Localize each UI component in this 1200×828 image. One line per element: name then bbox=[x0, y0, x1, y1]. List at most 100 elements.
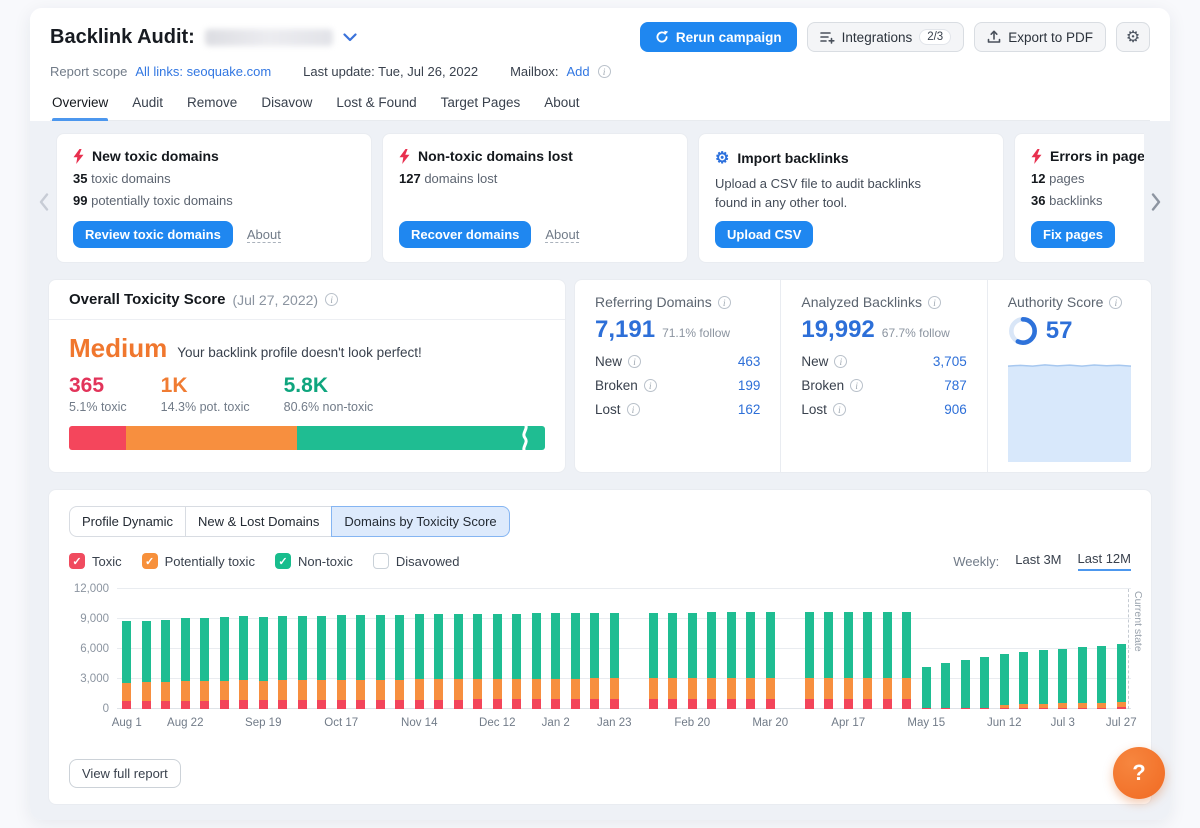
stacked-bar[interactable] bbox=[473, 614, 482, 709]
info-icon[interactable] bbox=[627, 403, 640, 416]
mailbox-info-icon[interactable] bbox=[598, 65, 611, 78]
chevron-down-icon[interactable] bbox=[343, 33, 357, 42]
info-icon[interactable] bbox=[833, 403, 846, 416]
carousel-prev-button[interactable] bbox=[36, 189, 52, 215]
stacked-bar[interactable] bbox=[142, 621, 151, 709]
stacked-bar[interactable] bbox=[727, 612, 736, 709]
about-link[interactable]: About bbox=[247, 227, 281, 243]
toxic-checkbox[interactable] bbox=[69, 553, 85, 569]
tab-profile-dynamic[interactable]: Profile Dynamic bbox=[69, 506, 186, 537]
stacked-bar[interactable] bbox=[980, 657, 989, 709]
stacked-bar[interactable] bbox=[805, 612, 814, 710]
stacked-bar[interactable] bbox=[1117, 644, 1126, 709]
non-toxic-checkbox[interactable] bbox=[275, 553, 291, 569]
rerun-campaign-button[interactable]: Rerun campaign bbox=[640, 22, 797, 52]
tab-lost-found[interactable]: Lost & Found bbox=[336, 95, 416, 120]
info-icon[interactable] bbox=[628, 355, 641, 368]
stacked-bar[interactable] bbox=[454, 614, 463, 709]
row-value[interactable]: 199 bbox=[738, 378, 761, 393]
stacked-bar[interactable] bbox=[863, 612, 872, 710]
stacked-bar[interactable] bbox=[220, 617, 229, 709]
fix-pages-button[interactable]: Fix pages bbox=[1031, 221, 1115, 248]
carousel-next-button[interactable] bbox=[1148, 189, 1164, 215]
referring-domains-value[interactable]: 7,191 bbox=[595, 316, 655, 344]
tab-audit[interactable]: Audit bbox=[132, 95, 163, 120]
stacked-bar[interactable] bbox=[434, 614, 443, 709]
help-button[interactable]: ? bbox=[1113, 747, 1165, 799]
review-toxic-domains-button[interactable]: Review toxic domains bbox=[73, 221, 233, 248]
stacked-bar[interactable] bbox=[902, 612, 911, 710]
legend-potentially-toxic[interactable]: Potentially toxic bbox=[142, 553, 255, 569]
legend-toxic[interactable]: Toxic bbox=[69, 553, 122, 569]
stacked-bar[interactable] bbox=[1000, 654, 1009, 709]
stacked-bar[interactable] bbox=[512, 614, 521, 709]
stacked-bar[interactable] bbox=[1019, 652, 1028, 709]
stacked-bar[interactable] bbox=[1039, 650, 1048, 709]
stacked-bar[interactable] bbox=[844, 612, 853, 710]
legend-non-toxic[interactable]: Non-toxic bbox=[275, 553, 353, 569]
stacked-bar[interactable] bbox=[278, 616, 287, 709]
tab-remove[interactable]: Remove bbox=[187, 95, 237, 120]
stacked-bar[interactable] bbox=[239, 616, 248, 709]
upload-csv-button[interactable]: Upload CSV bbox=[715, 221, 813, 248]
stacked-bar[interactable] bbox=[688, 613, 697, 709]
row-value[interactable]: 463 bbox=[738, 354, 761, 369]
analyzed-backlinks-value[interactable]: 19,992 bbox=[801, 316, 874, 344]
stacked-bar[interactable] bbox=[649, 613, 658, 709]
potentially-toxic-checkbox[interactable] bbox=[142, 553, 158, 569]
info-icon[interactable] bbox=[850, 379, 863, 392]
stacked-bar[interactable] bbox=[493, 614, 502, 709]
tab-target-pages[interactable]: Target Pages bbox=[441, 95, 521, 120]
stacked-bar[interactable] bbox=[707, 612, 716, 709]
tab-new-lost-domains[interactable]: New & Lost Domains bbox=[185, 506, 332, 537]
recover-domains-button[interactable]: Recover domains bbox=[399, 221, 531, 248]
stacked-bar[interactable] bbox=[1058, 649, 1067, 709]
tab-overview[interactable]: Overview bbox=[52, 95, 108, 120]
disavowed-checkbox[interactable] bbox=[373, 553, 389, 569]
export-pdf-button[interactable]: Export to PDF bbox=[974, 22, 1106, 52]
stacked-bar[interactable] bbox=[532, 613, 541, 709]
referring-info-icon[interactable] bbox=[718, 296, 731, 309]
stacked-bar[interactable] bbox=[1078, 647, 1087, 709]
tab-domains-by-toxicity[interactable]: Domains by Toxicity Score bbox=[331, 506, 509, 537]
view-full-report-button[interactable]: View full report bbox=[69, 759, 181, 788]
tab-about[interactable]: About bbox=[544, 95, 579, 120]
toxicity-info-icon[interactable] bbox=[325, 293, 338, 306]
stacked-bar[interactable] bbox=[571, 613, 580, 709]
stacked-bar[interactable] bbox=[200, 618, 209, 710]
row-value[interactable]: 787 bbox=[944, 378, 967, 393]
stacked-bar[interactable] bbox=[746, 612, 755, 709]
row-value[interactable]: 906 bbox=[944, 402, 967, 417]
authority-info-icon[interactable] bbox=[1109, 296, 1122, 309]
stacked-bar[interactable] bbox=[668, 613, 677, 709]
stacked-bar[interactable] bbox=[766, 612, 775, 709]
stacked-bar[interactable] bbox=[922, 667, 931, 709]
row-value[interactable]: 162 bbox=[738, 402, 761, 417]
stacked-bar[interactable] bbox=[298, 616, 307, 710]
info-icon[interactable] bbox=[834, 355, 847, 368]
range-last-3m[interactable]: Last 3M bbox=[1015, 552, 1061, 570]
legend-disavowed[interactable]: Disavowed bbox=[373, 553, 460, 569]
stacked-bar[interactable] bbox=[181, 618, 190, 709]
integrations-button[interactable]: Integrations 2/3 bbox=[807, 22, 965, 52]
mailbox-add-link[interactable]: Add bbox=[567, 64, 590, 79]
stacked-bar[interactable] bbox=[337, 615, 346, 709]
info-icon[interactable] bbox=[644, 379, 657, 392]
stacked-bar[interactable] bbox=[376, 615, 385, 709]
stacked-bar[interactable] bbox=[551, 613, 560, 709]
stacked-bar[interactable] bbox=[122, 621, 131, 709]
stacked-bar[interactable] bbox=[259, 617, 268, 709]
stacked-bar[interactable] bbox=[824, 612, 833, 710]
stacked-bar[interactable] bbox=[317, 616, 326, 710]
stacked-bar[interactable] bbox=[356, 615, 365, 709]
stacked-bar[interactable] bbox=[161, 620, 170, 709]
stacked-bar[interactable] bbox=[883, 612, 892, 710]
stacked-bar[interactable] bbox=[415, 614, 424, 709]
analyzed-info-icon[interactable] bbox=[928, 296, 941, 309]
settings-button[interactable] bbox=[1116, 22, 1150, 52]
stacked-bar[interactable] bbox=[941, 663, 950, 709]
stacked-bar[interactable] bbox=[395, 615, 404, 709]
stacked-bar[interactable] bbox=[590, 613, 599, 709]
stacked-bar[interactable] bbox=[1097, 646, 1106, 710]
tab-disavow[interactable]: Disavow bbox=[261, 95, 312, 120]
